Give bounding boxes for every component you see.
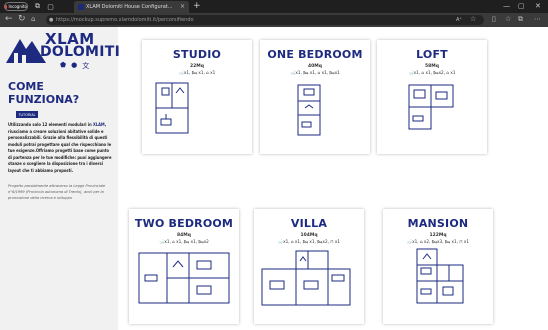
heading-line-1: COME bbox=[8, 80, 44, 93]
intro-before: Utilizzando solo 12 elementi modulari in bbox=[8, 122, 93, 127]
profile-label: Incognito bbox=[8, 4, 27, 9]
back-icon[interactable]: ← bbox=[5, 14, 13, 24]
logo-text-dolomiti: DOLOMITI bbox=[40, 44, 121, 60]
how-it-works-heading: COME FUNZIONA? bbox=[8, 80, 79, 106]
floorplan-loft bbox=[408, 84, 454, 130]
floorplan-one-bedroom bbox=[297, 84, 321, 136]
user-icon[interactable]: ● bbox=[71, 61, 77, 71]
maximize-icon[interactable]: ▢ bbox=[518, 2, 525, 10]
card-mansion[interactable]: MANSION 122Mq 🛁x1, ⌂ x2, 🛏x3, 🛏 x1, ⊓ x1 bbox=[383, 209, 493, 324]
logo-social-icons: ⬟ ● 文 bbox=[60, 61, 89, 71]
intro-highlight: XLAM bbox=[93, 122, 105, 127]
floorplan-mansion bbox=[416, 248, 464, 304]
page-content: XLAM DOLOMITI ⬟ ● 文 COME FUNZIONA? TUTOR… bbox=[0, 27, 548, 330]
heading-line-2: FUNZIONA? bbox=[8, 93, 80, 106]
card-villa[interactable]: VILLA 104Mq 🛁x1, ⌂ x1, 🛏 x1, 🛏x2, ⊓ x1 bbox=[254, 209, 364, 324]
extensions-icon[interactable]: ⧉ bbox=[518, 15, 523, 24]
split-screen-icon[interactable]: ▯ bbox=[492, 15, 496, 23]
incognito-icon bbox=[5, 4, 8, 9]
card-loft[interactable]: LOFT 58Mq 🛁x1, ⌂ x1, 🛏x2, ⌂ x1 bbox=[377, 40, 487, 154]
home-icon[interactable]: ⌂ bbox=[31, 15, 35, 23]
close-tab-icon[interactable]: × bbox=[180, 3, 185, 10]
intro-after: , riusciamo a creare soluzioni abitative… bbox=[8, 122, 112, 173]
url-input[interactable]: ● https://mockup.supremo.xlamdolomiti.it… bbox=[46, 15, 484, 25]
workspaces-icon[interactable]: ⧉ bbox=[33, 2, 42, 11]
favorite-icon[interactable]: ☆ bbox=[470, 15, 476, 23]
address-bar-row: ← ↻ ⌂ ● https://mockup.supremo.xlamdolom… bbox=[0, 13, 548, 27]
url-text: https://mockup.supremo.xlamdolomiti.it/p… bbox=[56, 17, 194, 23]
incognito-profile-button[interactable]: Incognito bbox=[4, 2, 28, 11]
lock-icon: ● bbox=[49, 17, 54, 23]
browser-tab-bar: Incognito ⧉ ▢ XLAM Dolomiti House Config… bbox=[0, 0, 548, 13]
new-tab-icon[interactable]: + bbox=[193, 1, 201, 11]
funding-note: Progetto parzialmente attraverso la Legg… bbox=[8, 184, 106, 200]
translate-icon[interactable]: 文 bbox=[82, 61, 89, 71]
intro-text: Utilizzando solo 12 elementi modulari in… bbox=[8, 122, 112, 174]
tab-actions-icon[interactable]: ▢ bbox=[46, 2, 55, 11]
shield-icon[interactable]: ⬟ bbox=[60, 61, 66, 71]
floorplan-villa bbox=[261, 250, 351, 306]
tab-title: XLAM Dolomiti House Configurat... bbox=[86, 4, 173, 10]
tab-active[interactable]: XLAM Dolomiti House Configurat... × bbox=[74, 1, 189, 13]
tutorial-button[interactable]: TUTORIAL bbox=[16, 111, 38, 118]
card-two-bedroom[interactable]: TWO BEDROOM 84Mq 🛁x1, ⌂ x1, 🛏 x1, 🛏x2 bbox=[129, 209, 239, 324]
floorplan-studio bbox=[155, 82, 189, 134]
close-window-icon[interactable]: ✕ bbox=[535, 2, 541, 10]
favorites-bar-icon[interactable]: ☆ bbox=[505, 15, 511, 23]
reload-icon[interactable]: ↻ bbox=[18, 14, 26, 24]
zoom-icon[interactable]: A⁺ bbox=[456, 17, 462, 23]
favicon-icon bbox=[78, 4, 84, 10]
floorplan-two-bedroom bbox=[138, 252, 230, 304]
minimize-icon[interactable]: — bbox=[503, 2, 510, 10]
card-one-bedroom[interactable]: ONE BEDROOM 40Mq 🛁x1, 🛏 x1, ⌂ x1, 🛏x1 bbox=[260, 40, 370, 154]
more-options-icon[interactable]: ⋯ bbox=[534, 15, 541, 23]
sidebar: XLAM DOLOMITI ⬟ ● 文 COME FUNZIONA? TUTOR… bbox=[0, 27, 121, 330]
card-studio[interactable]: STUDIO 22Mq 🛁x1, 🛏 x1, ⌂ x1 bbox=[142, 40, 252, 154]
